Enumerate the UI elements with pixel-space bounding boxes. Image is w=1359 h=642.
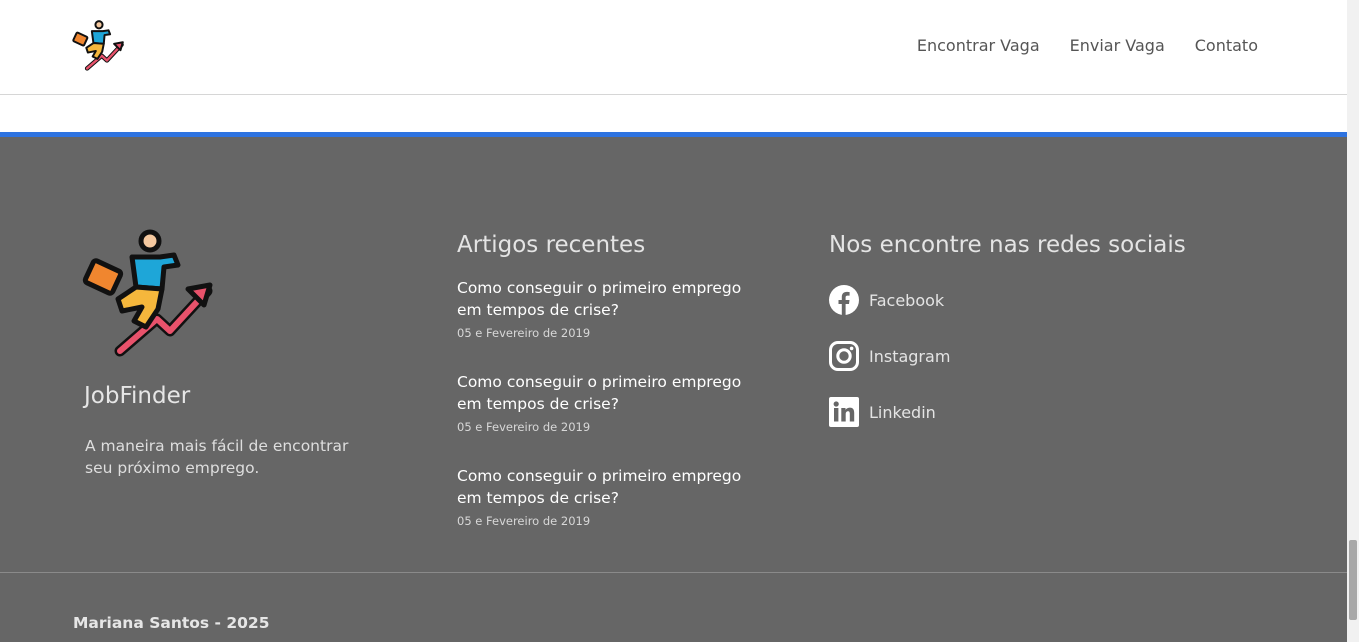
brand-name: JobFinder [84,383,191,409]
facebook-icon [829,285,859,315]
article-item: Como conseguir o primeiro emprego em tem… [457,371,757,465]
social-heading: Nos encontre nas redes sociais [829,232,1186,258]
copyright-text: Mariana Santos - 2025 [73,614,270,632]
site-footer: JobFinder A maneira mais fácil de encont… [0,137,1347,642]
social-link-instagram[interactable]: Instagram [829,328,950,384]
article-item: Como conseguir o primeiro emprego em tem… [457,465,757,559]
social-list: Facebook Instagram Linkedin [829,272,950,440]
social-link-linkedin[interactable]: Linkedin [829,384,950,440]
footer-divider [0,572,1347,573]
article-date: 05 e Fevereiro de 2019 [457,326,591,340]
articles-heading: Artigos recentes [457,232,646,258]
articles-list: Como conseguir o primeiro emprego em tem… [457,277,757,559]
article-link[interactable]: Como conseguir o primeiro emprego em tem… [457,277,757,321]
article-link[interactable]: Como conseguir o primeiro emprego em tem… [457,371,757,415]
site-header: Encontrar Vaga Enviar Vaga Contato [0,0,1347,95]
social-link-facebook[interactable]: Facebook [829,272,950,328]
instagram-icon [829,341,859,371]
social-label: Linkedin [869,402,936,422]
article-date: 05 e Fevereiro de 2019 [457,420,591,434]
page-scrollbar[interactable] [1347,0,1359,642]
article-item: Como conseguir o primeiro emprego em tem… [457,277,757,371]
article-date: 05 e Fevereiro de 2019 [457,514,591,528]
nav-enviar-vaga[interactable]: Enviar Vaga [1070,36,1165,55]
social-label: Facebook [869,290,945,310]
linkedin-icon [829,397,859,427]
nav-contato[interactable]: Contato [1195,36,1258,55]
scrollbar-thumb[interactable] [1349,540,1357,620]
brand-description: A maneira mais fácil de encontrar seu pr… [85,437,349,477]
social-label: Instagram [869,346,951,366]
main-nav: Encontrar Vaga Enviar Vaga Contato [887,36,1258,55]
brand-logo-icon [82,229,213,357]
nav-encontrar-vaga[interactable]: Encontrar Vaga [917,36,1040,55]
article-link[interactable]: Como conseguir o primeiro emprego em tem… [457,465,757,509]
logo-icon[interactable] [72,18,126,72]
